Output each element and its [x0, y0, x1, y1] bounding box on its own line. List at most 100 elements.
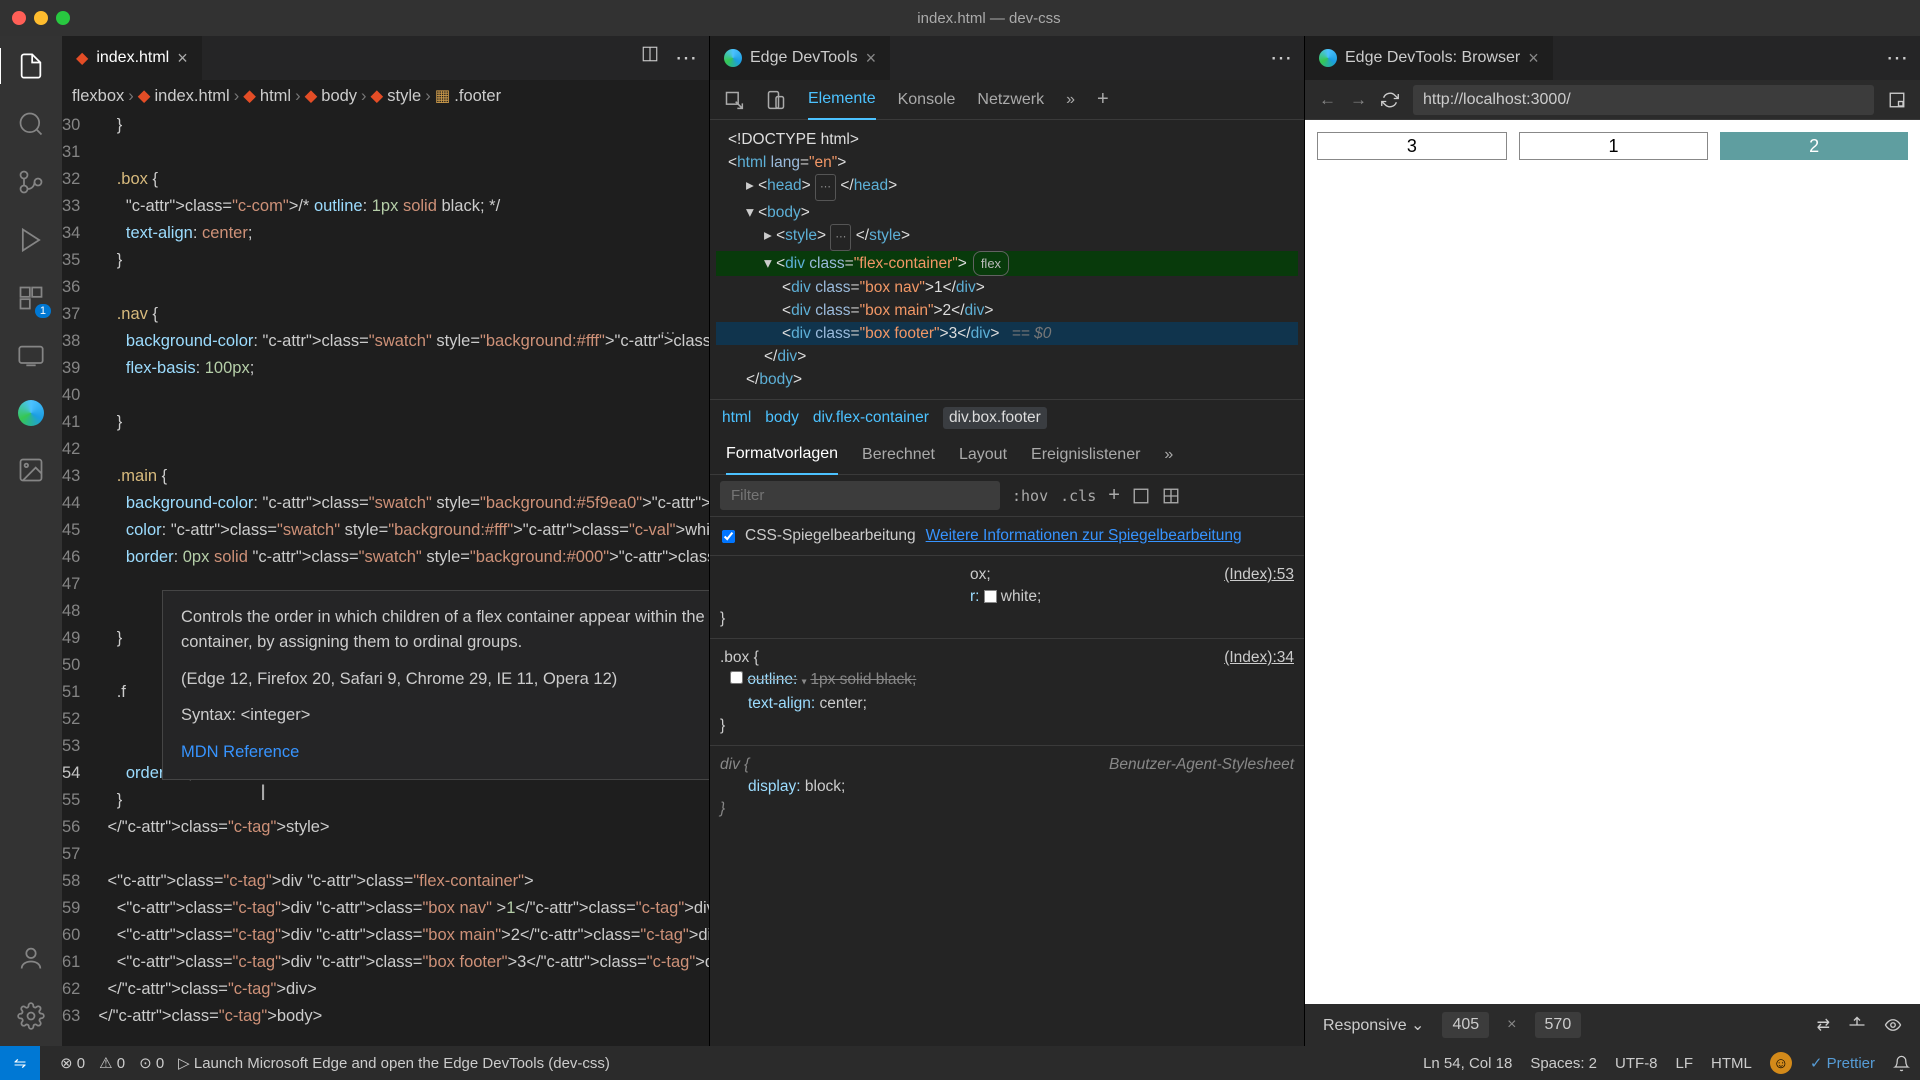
cursor-position[interactable]: Ln 54, Col 18	[1423, 1055, 1512, 1072]
more-icon[interactable]: ⋯	[675, 45, 699, 71]
more-tabs-icon[interactable]: »	[1066, 91, 1075, 109]
styles-toolbar: :hov .cls +	[710, 475, 1304, 517]
styles-filter-input[interactable]	[720, 481, 1000, 510]
refresh-icon[interactable]	[1381, 91, 1399, 109]
traffic-lights[interactable]	[12, 11, 70, 25]
new-rule-icon[interactable]: +	[1108, 484, 1120, 507]
feedback-icon[interactable]: ☺	[1770, 1052, 1792, 1074]
flexbox-overlay-icon-2[interactable]	[1162, 487, 1180, 505]
css-mirror-label: CSS-Spiegelbearbeitung	[745, 527, 916, 545]
preview-box-3: 3	[1317, 132, 1507, 160]
browser-preview[interactable]: 3 1 2	[1305, 120, 1920, 1004]
css-rule-footer[interactable]: (Index):53 ox; r: white; }	[710, 556, 1304, 639]
close-icon[interactable]: ×	[177, 48, 188, 69]
dom-tree[interactable]: <!DOCTYPE html> <html lang="en"> ▸ <head…	[710, 120, 1304, 399]
breadcrumb[interactable]: flexbox› ◆index.html› ◆html› ◆body› ◆sty…	[62, 80, 709, 112]
more-icon[interactable]: ⋯	[1886, 45, 1910, 71]
hover-syntax: Syntax: <integer>	[181, 703, 709, 728]
selection-breadcrumb[interactable]: html body div.flex-container div.box.foo…	[710, 399, 1304, 435]
tab-network[interactable]: Netzwerk	[977, 91, 1044, 109]
explorer-icon[interactable]	[17, 52, 45, 80]
remote-indicator[interactable]: ⇋	[0, 1046, 40, 1080]
edge-tools-icon[interactable]	[18, 400, 44, 426]
browser-nav: ← → http://localhost:3000/	[1305, 80, 1920, 120]
url-bar[interactable]: http://localhost:3000/	[1413, 85, 1874, 115]
add-tab-icon[interactable]: +	[1097, 88, 1109, 111]
screencast-icon[interactable]	[1888, 91, 1906, 109]
touch-icon[interactable]	[1848, 1016, 1866, 1034]
hover-desc: Controls the order in which children of …	[181, 605, 709, 655]
notifications-icon[interactable]	[1893, 1055, 1910, 1072]
vision-icon[interactable]	[1884, 1016, 1902, 1034]
hover-tooltip: Controls the order in which children of …	[162, 590, 709, 780]
mac-title-bar: index.html — dev-css	[0, 0, 1920, 36]
launch-status[interactable]: ▷ Launch Microsoft Edge and open the Edg…	[178, 1054, 610, 1072]
devtools-tab[interactable]: Edge DevTools ×	[710, 36, 890, 80]
css-mirror-link[interactable]: Weitere Informationen zur Spiegelbearbei…	[926, 527, 1242, 545]
css-mirror-row: CSS-Spiegelbearbeitung Weitere Informati…	[710, 517, 1304, 556]
account-icon[interactable]	[17, 944, 45, 972]
hov-toggle[interactable]: :hov	[1012, 487, 1048, 505]
devtools-panel: Edge DevTools × ⋯ Elemente Konsole Netzw…	[710, 36, 1305, 1046]
css-mirror-checkbox[interactable]	[722, 530, 735, 543]
rule-source-link[interactable]: (Index):34	[1224, 647, 1294, 669]
tab-layout[interactable]: Layout	[959, 446, 1007, 464]
indent-status[interactable]: Spaces: 2	[1530, 1055, 1597, 1072]
run-debug-icon[interactable]	[17, 226, 45, 254]
height-input[interactable]: 570	[1535, 1012, 1582, 1038]
css-rule-box[interactable]: (Index):34 .box { outline:▸1px solid bla…	[710, 639, 1304, 746]
edge-icon	[1319, 49, 1337, 67]
language-status[interactable]: HTML	[1711, 1055, 1752, 1072]
mdn-reference-link[interactable]: MDN Reference	[181, 740, 299, 765]
gear-icon[interactable]	[17, 1002, 45, 1030]
browser-panel: Edge DevTools: Browser × ⋯ ← → http://lo…	[1305, 36, 1920, 1046]
extensions-icon[interactable]: 1	[17, 284, 45, 312]
inspect-icon[interactable]	[724, 90, 744, 110]
tab-elements[interactable]: Elemente	[808, 90, 876, 120]
preview-box-1: 1	[1519, 132, 1709, 160]
device-icon[interactable]	[766, 90, 786, 110]
more-tabs-icon[interactable]: »	[1164, 446, 1173, 464]
remote-explorer-icon[interactable]	[17, 342, 45, 370]
split-editor-icon[interactable]	[641, 45, 659, 71]
rule-source-link[interactable]: (Index):53	[1224, 564, 1294, 586]
edge-icon	[724, 49, 742, 67]
status-bar: ⇋ ⊗ 0 ⚠ 0 ⊙ 0 ▷ Launch Microsoft Edge an…	[0, 1046, 1920, 1080]
image-icon[interactable]	[17, 456, 45, 484]
text-cursor-icon: I	[260, 779, 266, 806]
tab-eventlisteners[interactable]: Ereignislistener	[1031, 446, 1140, 464]
error-count[interactable]: ⊗ 0	[60, 1054, 85, 1072]
eol-status[interactable]: LF	[1676, 1055, 1694, 1072]
flexbox-overlay-icon[interactable]	[1132, 487, 1150, 505]
tab-styles[interactable]: Formatvorlagen	[726, 445, 838, 475]
tab-computed[interactable]: Berechnet	[862, 446, 935, 464]
tab-console[interactable]: Konsole	[898, 91, 956, 109]
more-icon[interactable]: ⋯	[1270, 45, 1294, 71]
css-rule-div[interactable]: Benutzer-Agent-Stylesheet div { display:…	[710, 746, 1304, 828]
preview-box-2: 2	[1720, 132, 1908, 160]
width-input[interactable]: 405	[1442, 1012, 1489, 1038]
warning-count[interactable]: ⚠ 0	[99, 1054, 125, 1072]
editor-tab-bar: ◆ index.html × ⋯	[62, 36, 709, 80]
search-icon[interactable]	[17, 110, 45, 138]
rule-source-ua: Benutzer-Agent-Stylesheet	[1109, 754, 1294, 776]
devtools-tab-title: Edge DevTools	[750, 49, 858, 67]
rule-checkbox[interactable]	[730, 671, 743, 684]
editor-panel: ◆ index.html × ⋯ flexbox› ◆index.html› ◆…	[62, 36, 710, 1046]
port-status[interactable]: ⊙ 0	[139, 1054, 164, 1072]
responsive-dropdown[interactable]: Responsive ⌄	[1323, 1015, 1424, 1035]
forward-icon[interactable]: →	[1350, 90, 1367, 110]
browser-tab[interactable]: Edge DevTools: Browser ×	[1305, 36, 1553, 80]
close-icon[interactable]: ×	[866, 48, 877, 69]
editor-tab[interactable]: ◆ index.html ×	[62, 36, 202, 80]
close-icon[interactable]: ×	[1528, 48, 1539, 69]
cls-toggle[interactable]: .cls	[1060, 487, 1096, 505]
swap-dimensions-icon[interactable]: ⇄	[1817, 1015, 1830, 1035]
source-control-icon[interactable]	[17, 168, 45, 196]
code-editor[interactable]: 3031323334353637383940414243444546474849…	[62, 112, 709, 1046]
encoding-status[interactable]: UTF-8	[1615, 1055, 1658, 1072]
back-icon[interactable]: ←	[1319, 90, 1336, 110]
emulation-bar: Responsive ⌄ 405 × 570 ⇄	[1305, 1004, 1920, 1046]
html-file-icon: ◆	[76, 48, 88, 68]
prettier-status[interactable]: ✓ Prettier	[1810, 1054, 1875, 1072]
